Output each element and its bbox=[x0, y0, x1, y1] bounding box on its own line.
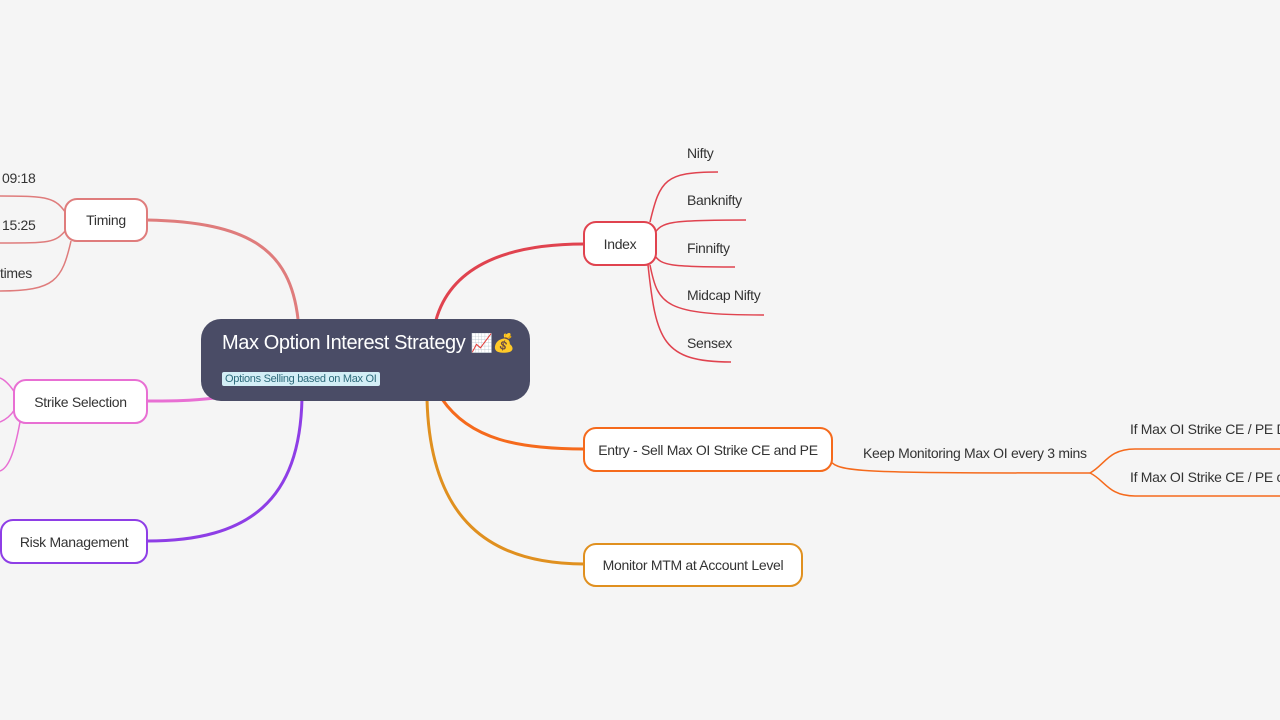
money-bag-icon: 💰 bbox=[492, 333, 515, 353]
root-node[interactable]: Max Option Interest Strategy 📈💰 Options … bbox=[201, 319, 530, 401]
node-timing[interactable]: Timing bbox=[64, 198, 148, 242]
connector-root-index bbox=[434, 242, 585, 321]
connector-root-strike-selection bbox=[146, 396, 216, 403]
leaf-index-nifty[interactable]: Nifty bbox=[687, 145, 714, 161]
leaf-timing-0918[interactable]: 09:18 bbox=[2, 170, 36, 186]
connector-root-risk-management bbox=[146, 397, 304, 543]
leaf-timing-1525[interactable]: 15:25 bbox=[2, 217, 36, 233]
leaf-if-max-oi-does-not-change[interactable]: If Max OI Strike CE / PE Do bbox=[1130, 421, 1280, 437]
root-title-text: Max Option Interest Strategy bbox=[222, 332, 466, 354]
connector-index-child bbox=[654, 255, 736, 268]
leaf-index-midcap-nifty[interactable]: Midcap Nifty bbox=[687, 287, 761, 303]
leaf-timing-times[interactable]: times bbox=[0, 265, 32, 281]
node-monitor-mtm[interactable]: Monitor MTM at Account Level bbox=[583, 543, 803, 587]
leaf-index-finnifty[interactable]: Finnifty bbox=[687, 240, 730, 256]
leaf-keep-monitoring[interactable]: Keep Monitoring Max OI every 3 mins bbox=[863, 445, 1087, 461]
node-index[interactable]: Index bbox=[583, 221, 657, 266]
mindmap-canvas: Max Option Interest Strategy 📈💰 Options … bbox=[0, 0, 1280, 720]
leaf-index-banknifty[interactable]: Banknifty bbox=[687, 192, 742, 208]
chart-increasing-icon: 📈 bbox=[470, 333, 493, 353]
connector-index-child bbox=[653, 219, 747, 235]
node-risk-management[interactable]: Risk Management bbox=[0, 519, 148, 564]
node-strike-selection[interactable]: Strike Selection bbox=[13, 379, 148, 424]
root-title: Max Option Interest Strategy 📈💰 bbox=[222, 332, 515, 355]
leaf-index-sensex[interactable]: Sensex bbox=[687, 335, 732, 351]
connector-strike-child bbox=[0, 421, 21, 472]
leaf-if-max-oi-changes[interactable]: If Max OI Strike CE / PE ch bbox=[1130, 469, 1280, 485]
root-label-tag: Options Selling based on Max OI bbox=[222, 372, 380, 386]
connector-timing-child bbox=[0, 195, 67, 214]
connector-lines bbox=[0, 171, 1280, 566]
connector-root-monitor bbox=[425, 398, 585, 566]
connector-root-entry bbox=[440, 398, 585, 451]
connector-root-timing bbox=[146, 218, 300, 320]
node-entry[interactable]: Entry - Sell Max OI Strike CE and PE bbox=[583, 427, 833, 472]
